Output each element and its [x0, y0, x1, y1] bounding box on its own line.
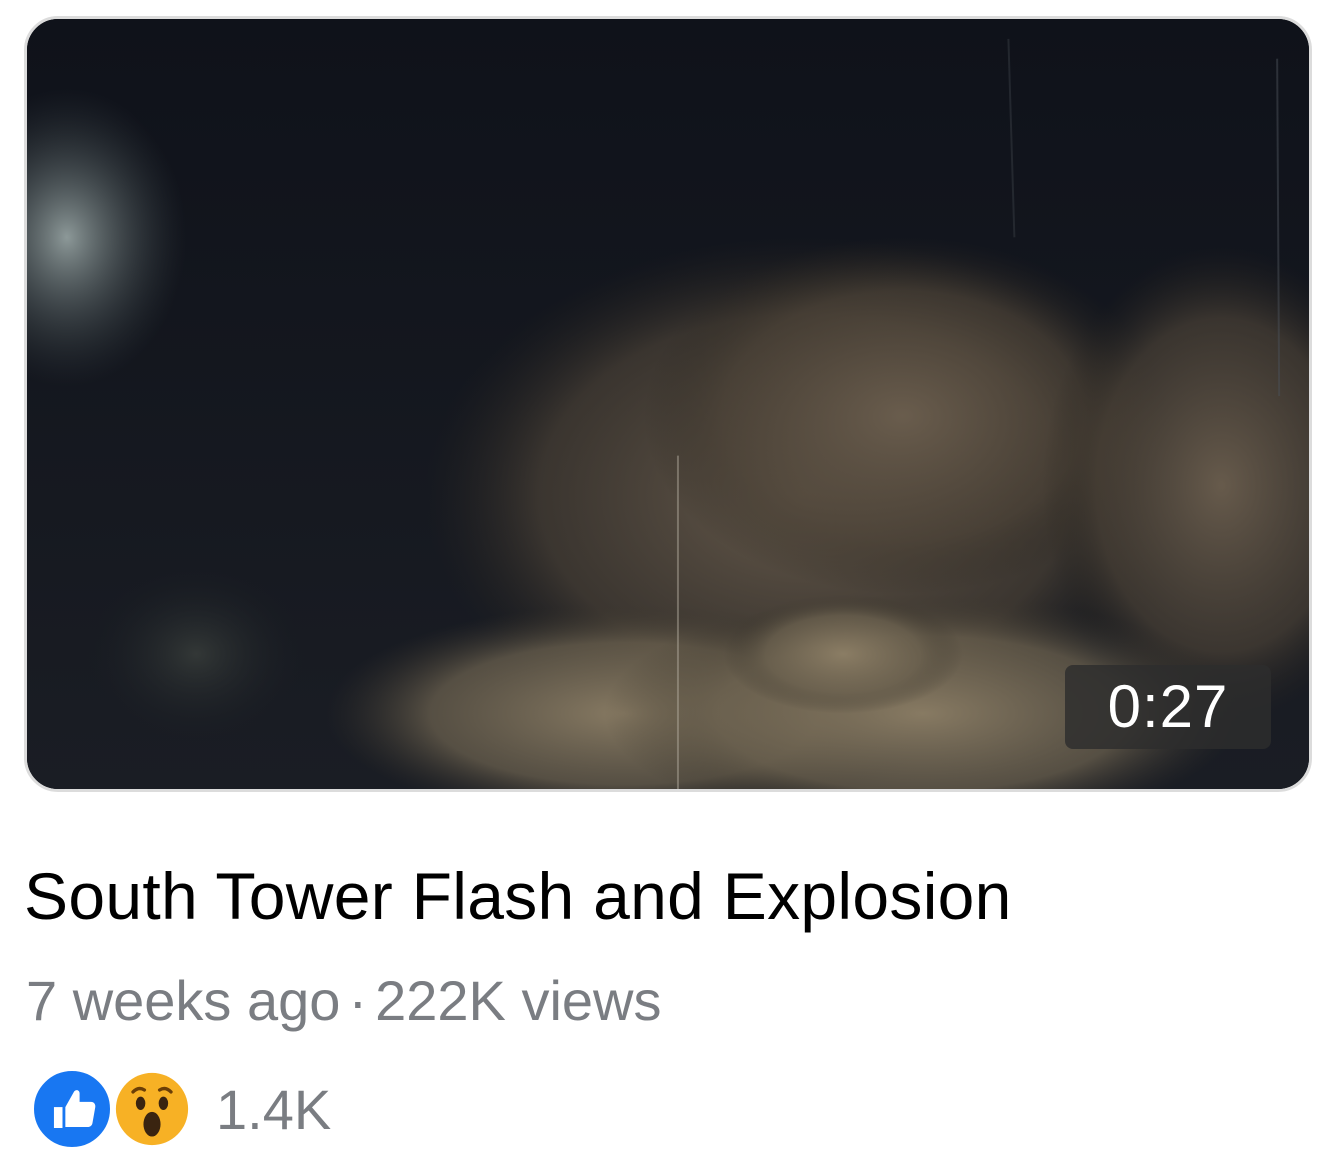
- video-title[interactable]: South Tower Flash and Explosion: [24, 858, 1012, 934]
- reaction-count: 1.4K: [216, 1077, 332, 1141]
- video-card[interactable]: 0:27 South Tower Flash and Explosion 7 w…: [0, 0, 1332, 1172]
- reaction-summary[interactable]: 1.4K: [30, 1066, 331, 1152]
- view-count: 222K views: [375, 969, 662, 1032]
- like-icon: [30, 1067, 114, 1151]
- video-duration-badge: 0:27: [1065, 665, 1271, 749]
- video-thumbnail[interactable]: 0:27: [24, 16, 1312, 792]
- video-meta: 7 weeks ago · 222K views: [26, 968, 661, 1033]
- wow-icon: [110, 1067, 194, 1151]
- posted-time: 7 weeks ago: [26, 969, 341, 1032]
- meta-separator: ·: [348, 969, 368, 1032]
